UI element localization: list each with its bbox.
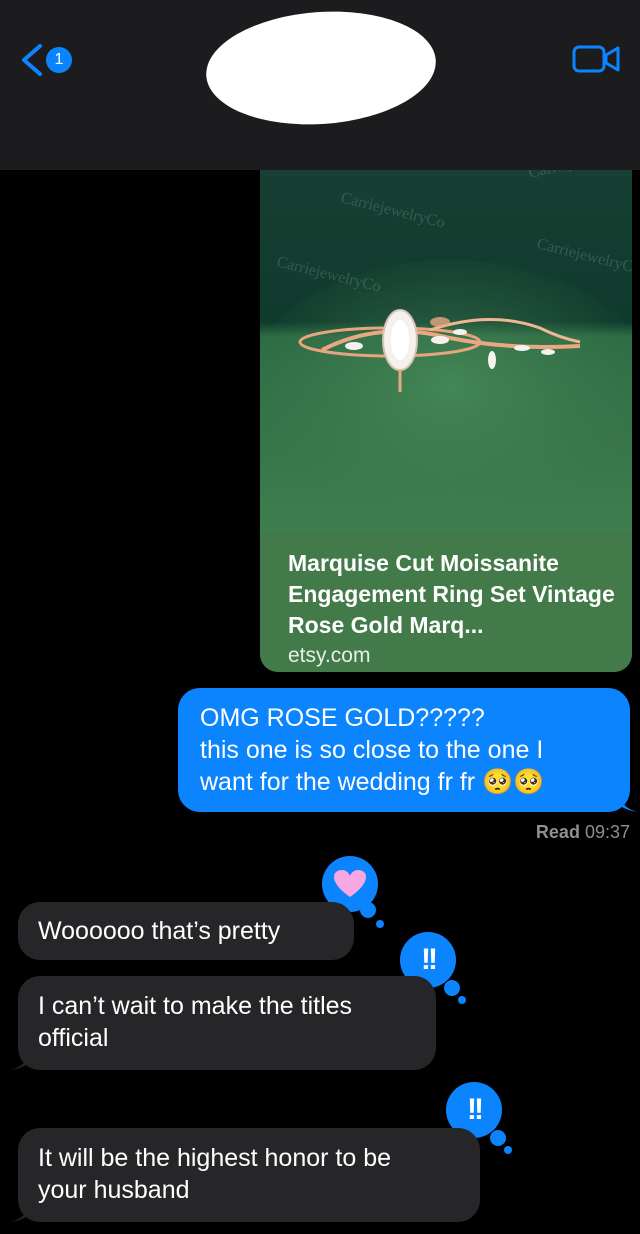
link-preview-card[interactable]: CarriejewelryCo CarriejewelryCo Carrieje… bbox=[260, 170, 632, 672]
read-receipt: Read 09:37 bbox=[536, 822, 630, 843]
double-exclamation-icon: !! bbox=[467, 1093, 484, 1126]
link-preview-domain: etsy.com bbox=[288, 644, 371, 667]
ring-product-image: CarriejewelryCo CarriejewelryCo Carrieje… bbox=[260, 170, 632, 532]
heart-icon bbox=[334, 870, 366, 897]
incoming-message-bubble[interactable]: It will be the highest honor to be your … bbox=[10, 1128, 480, 1222]
incoming-message-bubble[interactable]: I can’t wait to make the titles official bbox=[18, 976, 436, 1070]
conversation-header: 1 bbox=[0, 0, 640, 170]
video-camera-icon[interactable] bbox=[572, 44, 620, 74]
chevron-left-icon[interactable] bbox=[18, 43, 48, 77]
incoming-message-text: Woooooo that’s pretty bbox=[38, 917, 281, 945]
read-time: 09:37 bbox=[584, 822, 630, 842]
outgoing-message-text: OMG ROSE GOLD????? this one is so close … bbox=[200, 704, 545, 796]
incoming-message-bubble[interactable]: Woooooo that’s pretty bbox=[18, 902, 354, 960]
redacted-contact-name[interactable] bbox=[202, 4, 440, 132]
unread-count-badge[interactable]: 1 bbox=[46, 47, 72, 73]
bubble-tail bbox=[10, 1048, 30, 1070]
bubble-tail bbox=[618, 790, 638, 812]
bubble-tail bbox=[10, 1200, 30, 1222]
incoming-message-text: It will be the highest honor to be your … bbox=[38, 1144, 392, 1204]
link-preview-title: Marquise Cut Moissanite Engagement Ring … bbox=[288, 550, 615, 638]
outgoing-message-bubble[interactable]: OMG ROSE GOLD????? this one is so close … bbox=[178, 688, 638, 812]
read-label: Read bbox=[535, 822, 580, 842]
double-exclamation-icon: !! bbox=[421, 943, 438, 976]
link-preview-meta: Marquise Cut Moissanite Engagement Ring … bbox=[260, 532, 632, 672]
incoming-message-text: I can’t wait to make the titles official bbox=[38, 992, 353, 1052]
